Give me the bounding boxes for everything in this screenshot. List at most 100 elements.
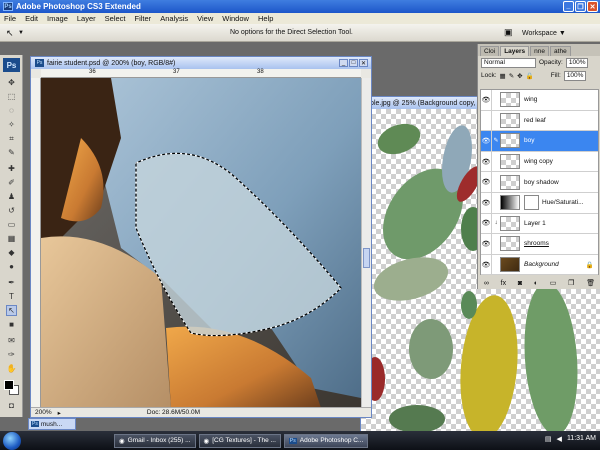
lock-position-icon[interactable]: ✥ bbox=[517, 72, 522, 80]
eye-icon[interactable]: 👁 bbox=[481, 213, 492, 234]
menu-layer[interactable]: Layer bbox=[77, 14, 96, 23]
eyedropper-tool-icon[interactable]: ✑ bbox=[6, 349, 17, 360]
type-tool-icon[interactable]: T bbox=[6, 291, 17, 302]
menu-window[interactable]: Window bbox=[222, 14, 249, 23]
tab-layers[interactable]: Layers bbox=[500, 46, 530, 56]
doc-maximize-button[interactable]: □ bbox=[349, 59, 358, 67]
taskbar-item-cg-textures[interactable]: ◉ [CG Textures] - The ... bbox=[198, 433, 281, 448]
blend-mode-select[interactable]: Normal bbox=[481, 57, 536, 68]
layer-row-layer-1[interactable]: 👁 ↓ Layer 1 bbox=[481, 213, 598, 235]
crop-tool-icon[interactable]: ⌗ bbox=[6, 133, 17, 144]
marquee-tool-icon[interactable]: ⬚ bbox=[6, 91, 17, 102]
layers-panel: Cloi Layers nne athe Normal Opacity: 100… bbox=[477, 44, 600, 289]
brush-tool-icon[interactable]: ✐ bbox=[6, 177, 17, 188]
tab-channels[interactable]: nne bbox=[530, 46, 550, 56]
eye-icon[interactable]: 👁 bbox=[481, 233, 492, 254]
doc-minimize-button[interactable]: _ bbox=[339, 59, 348, 67]
close-button[interactable]: ✕ bbox=[587, 1, 598, 12]
document-title-bar[interactable]: Ps fairie student.psd @ 200% (boy, RGB/8… bbox=[31, 57, 371, 69]
hand-tool-icon[interactable]: ✋ bbox=[6, 363, 17, 374]
zoom-level[interactable]: 200% bbox=[35, 409, 52, 416]
blur-tool-icon[interactable]: ◆ bbox=[6, 247, 17, 258]
pen-tool-icon[interactable]: ✒ bbox=[6, 277, 17, 288]
quick-mask-icon[interactable]: ◘ bbox=[6, 400, 17, 411]
tab-paths[interactable]: athe bbox=[550, 46, 571, 56]
layer-row-boy-shadow[interactable]: 👁 boy shadow bbox=[481, 172, 598, 193]
eye-icon[interactable]: 👁 bbox=[481, 254, 492, 275]
menu-help[interactable]: Help bbox=[258, 14, 273, 23]
fill-input[interactable]: 100% bbox=[563, 70, 587, 81]
healing-brush-tool-icon[interactable]: ✚ bbox=[6, 163, 17, 174]
menu-filter[interactable]: Filter bbox=[135, 14, 152, 23]
eye-icon[interactable]: 👁 bbox=[481, 151, 492, 172]
adjustment-layer-icon[interactable]: ◐ bbox=[534, 280, 538, 287]
eye-icon[interactable]: 👁 bbox=[481, 130, 492, 151]
restore-button[interactable]: ❐ bbox=[575, 1, 586, 12]
layer-row-shrooms[interactable]: 👁 shrooms bbox=[481, 233, 598, 255]
eye-icon[interactable]: 👁 bbox=[481, 192, 492, 213]
layer-row-wing-copy[interactable]: 👁 wing copy bbox=[481, 151, 598, 173]
clone-stamp-tool-icon[interactable]: ♟ bbox=[6, 191, 17, 202]
vertical-scrollbar[interactable] bbox=[361, 78, 371, 407]
lock-icon: 🔒 bbox=[585, 261, 594, 269]
tool-preset-dropdown-icon[interactable]: ▼ bbox=[18, 30, 24, 36]
clock[interactable]: 11:31 AM bbox=[567, 435, 596, 443]
slice-tool-icon[interactable]: ✎ bbox=[6, 147, 17, 158]
eye-hidden-icon[interactable] bbox=[481, 110, 492, 131]
eye-icon[interactable]: 👁 bbox=[481, 172, 492, 193]
doc-close-button[interactable]: ✕ bbox=[359, 59, 368, 67]
taskbar-item-photoshop[interactable]: Ps Adobe Photoshop C... bbox=[283, 433, 369, 448]
opacity-input[interactable]: 100% bbox=[565, 57, 589, 68]
layer-row-wing[interactable]: 👁 wing bbox=[481, 89, 598, 111]
magic-wand-tool-icon[interactable]: ✧ bbox=[6, 119, 17, 130]
layer-style-icon[interactable]: fx bbox=[501, 280, 506, 287]
lasso-tool-icon[interactable]: ◌ bbox=[6, 105, 17, 116]
minimized-document[interactable]: Ps mush... bbox=[28, 418, 76, 430]
taskbar-item-gmail[interactable]: ◉ Gmail - Inbox (255) ... bbox=[114, 433, 196, 448]
ruler-mark: 37 bbox=[173, 69, 180, 75]
menu-image[interactable]: Image bbox=[47, 14, 68, 23]
layer-row-background[interactable]: 👁 Background 🔒 bbox=[481, 254, 598, 276]
layer-thumbnail bbox=[500, 215, 520, 231]
network-icon[interactable]: ▤ bbox=[545, 435, 552, 443]
foreground-color-swatch[interactable] bbox=[4, 380, 14, 390]
document-window-boy[interactable]: Ps fairie student.psd @ 200% (boy, RGB/8… bbox=[30, 56, 372, 418]
direct-selection-tool-icon[interactable]: ↖ bbox=[6, 305, 17, 316]
direct-selection-tool-icon[interactable]: ↖ bbox=[6, 28, 14, 39]
layer-row-boy[interactable]: 👁 ✎ boy bbox=[481, 130, 598, 152]
menu-edit[interactable]: Edit bbox=[25, 14, 38, 23]
bridge-icon[interactable]: ▣ bbox=[504, 27, 517, 39]
tab-clone[interactable]: Cloi bbox=[480, 46, 500, 56]
menu-analysis[interactable]: Analysis bbox=[160, 14, 188, 23]
link-layers-icon[interactable]: ∞ bbox=[484, 280, 489, 287]
lock-image-icon[interactable]: ✎ bbox=[509, 72, 514, 80]
lock-all-icon[interactable]: 🔒 bbox=[526, 72, 534, 80]
volume-icon[interactable]: ◀ bbox=[557, 435, 562, 443]
layer-row-hue-saturation[interactable]: 👁 Hue/Saturati... bbox=[481, 192, 598, 214]
eye-icon[interactable]: 👁 bbox=[481, 89, 492, 110]
workspace-dropdown[interactable]: Workspace ▼ bbox=[522, 28, 574, 38]
add-mask-icon[interactable]: ◙ bbox=[518, 280, 522, 287]
move-tool-icon[interactable]: ✥ bbox=[6, 77, 17, 88]
new-layer-icon[interactable]: ❐ bbox=[568, 279, 574, 287]
status-menu-icon[interactable]: ▸ bbox=[58, 409, 61, 417]
eraser-tool-icon[interactable]: ▭ bbox=[6, 219, 17, 230]
menu-select[interactable]: Select bbox=[105, 14, 126, 23]
shape-tool-icon[interactable]: ■ bbox=[6, 319, 17, 330]
gradient-tool-icon[interactable]: ▦ bbox=[6, 233, 17, 244]
layer-row-red-leaf[interactable]: red leaf bbox=[481, 110, 598, 132]
minimize-button[interactable]: _ bbox=[563, 1, 574, 12]
menu-file[interactable]: File bbox=[4, 14, 16, 23]
new-group-icon[interactable]: ▭ bbox=[550, 279, 557, 287]
canvas-boy[interactable] bbox=[41, 78, 361, 408]
horizontal-ruler[interactable]: 36 37 38 bbox=[41, 69, 361, 78]
notes-tool-icon[interactable]: ✉ bbox=[6, 335, 17, 346]
dodge-tool-icon[interactable]: ● bbox=[6, 261, 17, 272]
lock-transparency-icon[interactable]: ▦ bbox=[500, 72, 506, 80]
trash-icon[interactable]: 🗑 bbox=[586, 279, 595, 287]
vertical-ruler[interactable] bbox=[31, 78, 41, 407]
history-brush-tool-icon[interactable]: ↺ bbox=[6, 205, 17, 216]
menu-view[interactable]: View bbox=[197, 14, 213, 23]
start-button[interactable] bbox=[3, 431, 21, 450]
scroll-thumb[interactable] bbox=[363, 248, 370, 268]
